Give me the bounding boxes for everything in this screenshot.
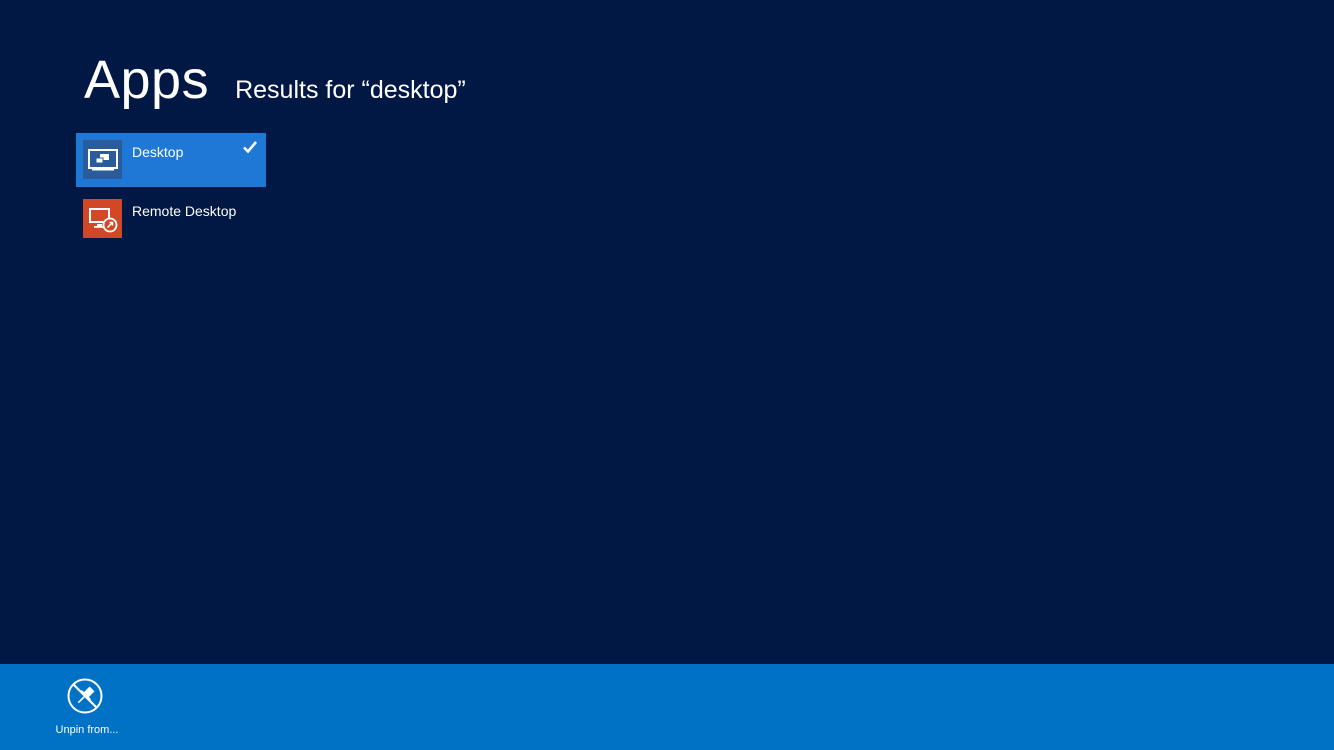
checkmark-icon [243,141,257,154]
remote-desktop-icon [83,199,122,238]
page-title: Apps [84,50,210,110]
app-item-label: Desktop [132,144,184,160]
app-bar: Unpin from... [0,664,1334,750]
app-item-label: Remote Desktop [132,203,237,219]
unpin-from-label: Unpin from... [55,724,119,736]
search-results-caption: Results for “desktop” [235,76,466,104]
unpin-icon [67,678,103,714]
unpin-from-button[interactable]: Unpin from... [47,676,127,742]
app-item-remote-desktop[interactable]: Remote Desktop [76,192,266,246]
start-screen: Apps Results for “desktop” Desktop Remot… [0,0,1334,750]
page-header: Apps Results for “desktop” [84,48,466,112]
desktop-icon [83,140,122,179]
app-item-desktop[interactable]: Desktop [76,133,266,187]
